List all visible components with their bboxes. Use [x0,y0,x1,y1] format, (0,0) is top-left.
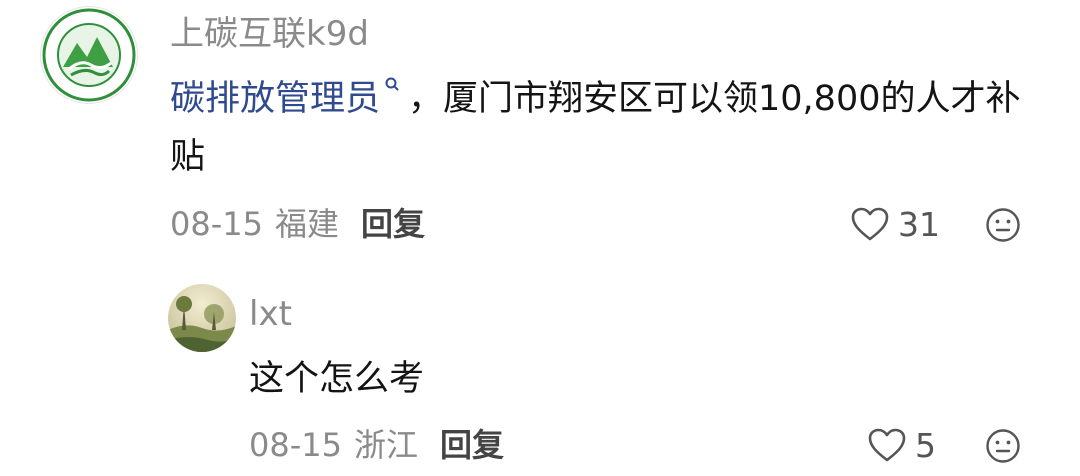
like-button[interactable]: 31 [850,200,940,248]
avatar[interactable] [40,6,138,104]
comment-meta: 08-15 福建 回复 [170,200,425,248]
heart-outline-icon [868,428,906,462]
neutral-face-icon[interactable] [985,207,1021,243]
heart-outline-icon [851,207,889,241]
reply-avatar[interactable] [168,284,236,352]
username[interactable]: 上碳互联k9d [170,11,369,57]
reply-region: 浙江 [353,426,418,464]
reply-username[interactable]: lxt [249,291,292,337]
neutral-face-icon[interactable] [985,428,1021,464]
green-mountain-logo-icon [42,8,136,102]
comment-date: 08-15 [170,205,263,243]
reply-text: 这个怎么考 [249,359,425,399]
landscape-painting-avatar-icon [168,284,236,352]
comment-text: 碳排放管理员 ，厦门市翔安区可以领10,800的人才补贴 [170,70,1050,186]
keyword-link[interactable]: 碳排放管理员 [170,79,380,119]
reply-meta: 08-15 浙江 回复 [249,421,504,469]
reply-date: 08-15 [249,426,342,464]
reply-button[interactable]: 回复 [440,426,504,464]
like-count: 31 [898,204,940,244]
search-icon[interactable] [384,76,400,98]
comment-region: 福建 [274,205,339,243]
reply-like-button[interactable]: 5 [867,421,936,469]
reply-like-count: 5 [915,425,936,465]
reply-button[interactable]: 回复 [361,205,425,243]
